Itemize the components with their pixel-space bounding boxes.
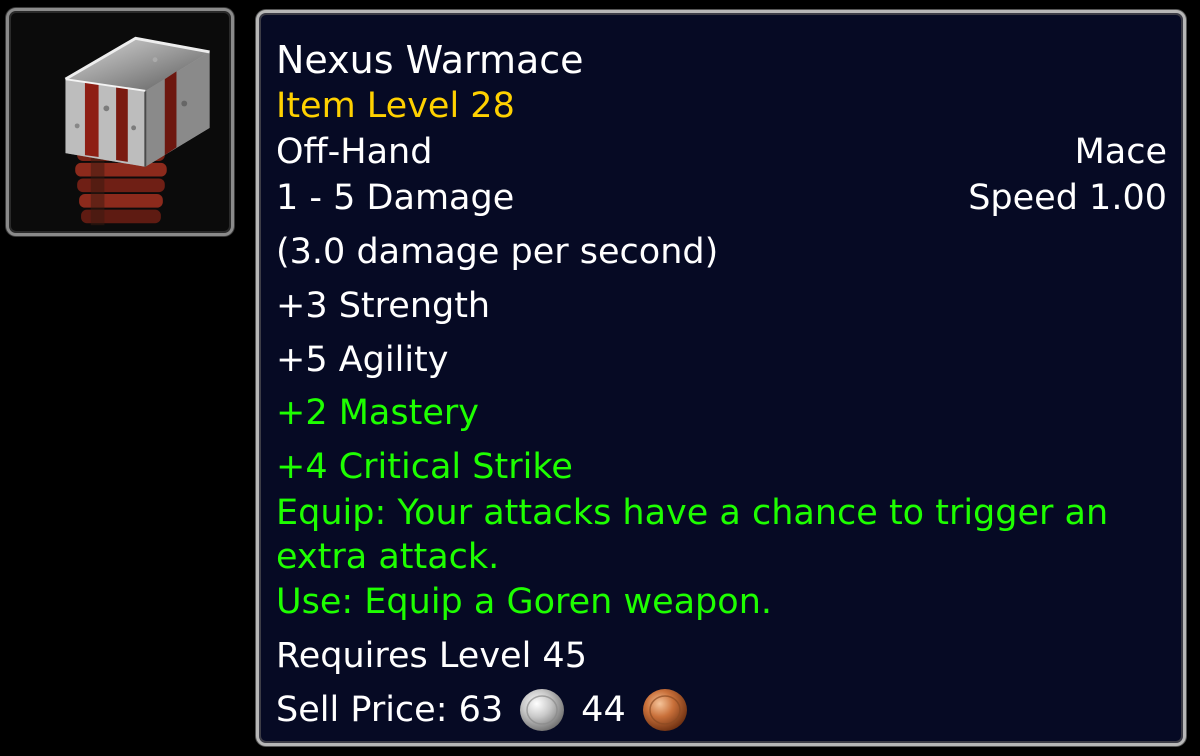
use-effect: Use: Equip a Goren weapon. xyxy=(276,582,772,622)
item-icon-slot[interactable] xyxy=(6,8,234,236)
copper-amount: 44 xyxy=(581,690,626,730)
weapon-speed: Speed 1.00 xyxy=(968,178,1167,218)
silver-amount: 63 xyxy=(458,690,504,730)
stat-strength: +3 Strength xyxy=(276,286,491,326)
stat-critical-strike: +4 Critical Strike xyxy=(276,447,573,487)
stat-agility: +5 Agility xyxy=(276,340,449,380)
sell-price-label: Sell Price: xyxy=(276,690,459,730)
equip-effect: Equip: Your attacks have a chance to tri… xyxy=(276,493,1109,577)
item-tooltip: Nexus Warmace Item Level 28 Off-Hand Mac… xyxy=(256,10,1186,746)
silver-coin-icon xyxy=(517,685,567,735)
item-slot: Off-Hand xyxy=(276,132,433,172)
level-requirement: Requires Level 45 xyxy=(276,636,587,676)
item-tooltip-view: Nexus Warmace Item Level 28 Off-Hand Mac… xyxy=(0,0,1200,756)
slot-type-row: Off-Hand Mace xyxy=(276,129,1167,175)
stat-mastery: +2 Mastery xyxy=(276,393,479,433)
mace-icon xyxy=(64,36,210,226)
item-name: Nexus Warmace xyxy=(276,38,584,82)
weapon-type: Mace xyxy=(1074,132,1167,172)
item-level: Item Level 28 xyxy=(276,86,515,126)
sell-price: Sell Price: 63 44 xyxy=(276,685,1167,735)
damage-speed-row: 1 - 5 Damage Speed 1.00 xyxy=(276,175,1167,221)
copper-coin-icon xyxy=(640,685,690,735)
weapon-damage: 1 - 5 Damage xyxy=(276,178,515,218)
weapon-dps: (3.0 damage per second) xyxy=(276,232,719,272)
